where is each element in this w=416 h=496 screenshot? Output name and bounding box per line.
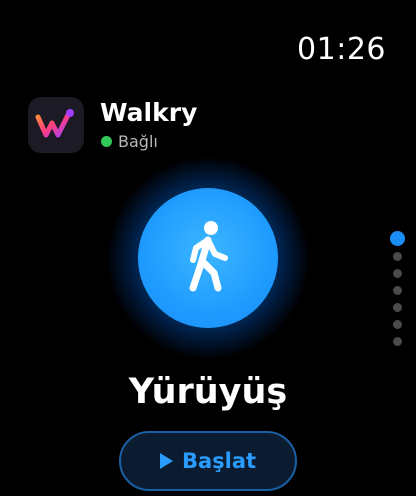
app-name: Walkry — [100, 98, 198, 127]
page-dot — [392, 320, 402, 329]
walking-person-icon — [189, 221, 228, 292]
start-button-label: Başlat — [181, 449, 257, 473]
start-button[interactable]: Başlat — [119, 431, 297, 491]
clock-time: 01:26 — [297, 32, 386, 67]
page-dot — [392, 252, 402, 261]
activity-title: Yürüyüş — [128, 372, 288, 412]
page-indicator — [389, 231, 405, 354]
play-icon — [159, 453, 173, 469]
connection-status: Bağlı — [101, 132, 158, 151]
connected-status-dot — [101, 136, 112, 147]
walkry-logo-glyph — [35, 109, 74, 138]
page-dot — [392, 303, 402, 312]
page-dot — [392, 286, 402, 295]
connection-status-label: Bağlı — [118, 132, 158, 151]
page-dot — [392, 337, 402, 346]
activity-icon-button[interactable] — [138, 188, 278, 328]
page-dot — [392, 269, 402, 278]
walkry-logo-icon[interactable] — [28, 97, 84, 153]
page-dot-active — [389, 231, 405, 246]
